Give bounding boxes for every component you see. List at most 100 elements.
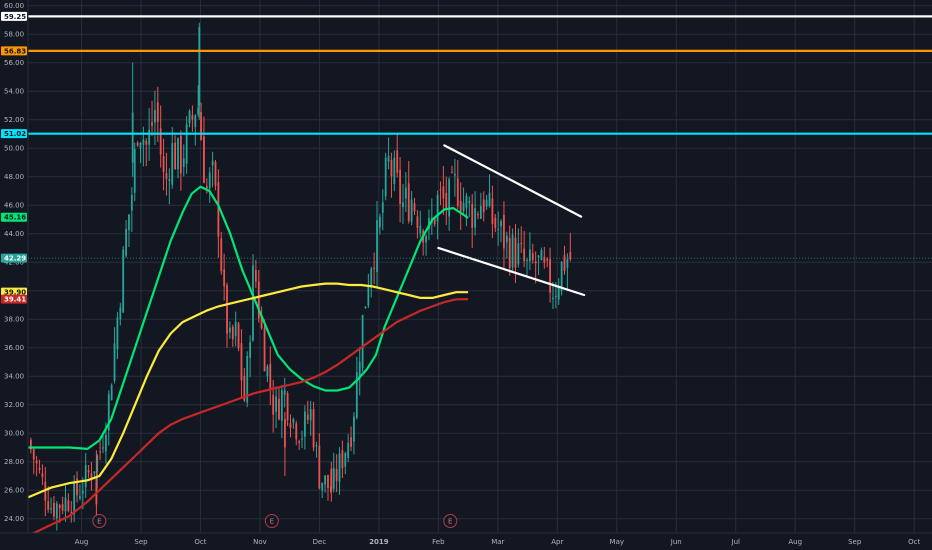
time-tick-label: Aug — [75, 538, 89, 546]
time-tick-label: May — [610, 538, 624, 546]
candle-body — [393, 157, 396, 185]
candle-body — [332, 467, 335, 489]
candle-body — [402, 202, 404, 208]
candle-body — [529, 249, 531, 262]
price-tick-label: 56.00 — [4, 59, 24, 67]
candle-body — [188, 111, 191, 124]
candle-body — [125, 228, 127, 256]
candle-body — [240, 343, 243, 381]
price-tick-label: 28.00 — [4, 458, 24, 466]
candle-body — [301, 438, 303, 440]
time-tick-label: Mar — [491, 538, 504, 546]
candle-body — [179, 135, 182, 174]
candle-body — [252, 265, 254, 341]
candle-body — [159, 128, 162, 155]
candle-body — [462, 202, 465, 212]
candle-body — [298, 441, 301, 443]
candle-body — [58, 505, 61, 509]
candle-body — [376, 220, 378, 272]
candle-body — [549, 258, 551, 293]
candle-body — [145, 140, 148, 145]
candle-body — [304, 411, 306, 437]
candle-body — [384, 158, 387, 197]
candle-body — [508, 237, 511, 269]
candle-body — [205, 186, 208, 189]
candle-body — [344, 453, 347, 467]
candle-body — [278, 398, 280, 420]
candle-body — [566, 259, 569, 268]
candle-body — [174, 142, 177, 170]
candle-body — [119, 307, 122, 320]
price-axis-background — [0, 0, 28, 550]
candle-body — [390, 159, 393, 177]
candle-body — [373, 267, 376, 270]
candle-body — [436, 195, 439, 222]
candle-body — [361, 315, 364, 368]
price-tick-label: 52.00 — [4, 116, 24, 124]
price-tick-label: 36.00 — [4, 344, 24, 352]
candle-body — [494, 217, 497, 228]
time-axis[interactable]: Aug Sep Oct Nov Dec 2019 Feb Mar Apr May Jun Jul Aug… — [0, 532, 932, 550]
candle-body — [474, 208, 476, 228]
earnings-marker-label: E — [448, 518, 452, 526]
candle-body — [280, 390, 283, 421]
candle-body — [459, 200, 462, 212]
candle-body — [491, 198, 494, 224]
candle-body — [309, 409, 312, 421]
candle-body — [198, 27, 201, 106]
candle-body — [546, 258, 549, 261]
candle-body — [407, 183, 410, 221]
price-axis[interactable]: 24.00 26.00 28.00 30.00 32.00 34.00 36.00 38.00… — [0, 0, 29, 550]
candle-body — [203, 136, 205, 183]
candle-body — [410, 199, 413, 222]
candle-body — [520, 243, 523, 245]
candle-body — [387, 156, 390, 162]
price-badge-label: 45.16 — [4, 214, 26, 222]
time-tick-label: Apr — [551, 538, 563, 546]
candle-body — [442, 186, 445, 199]
candle-body — [338, 453, 341, 482]
candle-body — [500, 221, 502, 227]
candle-body — [275, 396, 277, 412]
price-badge-label: 39.41 — [4, 296, 26, 304]
candle-body — [229, 327, 231, 333]
chart-root: E E E 24.00 26.00 28.00 30.00 32.00 34.00 36.00 3… — [0, 0, 932, 550]
candle-body — [35, 460, 38, 464]
candle-body — [128, 214, 130, 231]
candle-body — [67, 500, 70, 511]
price-tick-label: 44.00 — [4, 230, 24, 238]
candle-body — [526, 259, 528, 261]
price-tick-label: 60.00 — [4, 2, 24, 10]
candle-body — [168, 179, 171, 181]
candle-body — [191, 115, 194, 120]
candle-body — [540, 250, 543, 261]
candle-body — [177, 138, 179, 170]
candle-body — [471, 203, 474, 228]
candle-body — [511, 234, 514, 268]
candle-body — [552, 297, 554, 299]
candle-body — [200, 112, 202, 140]
candle-body — [482, 199, 485, 213]
time-tick-label: Oct — [908, 538, 920, 546]
time-tick-label: Sep — [134, 538, 148, 546]
candle-body — [81, 491, 84, 494]
candle-body — [50, 508, 52, 510]
price-chart[interactable]: E E E 24.00 26.00 28.00 30.00 32.00 34.00 36.00 3… — [0, 0, 932, 550]
candle-body — [116, 317, 119, 350]
candle-body — [182, 158, 185, 167]
candle-body — [133, 149, 136, 193]
price-tick-label: 54.00 — [4, 88, 24, 96]
candle-body — [292, 419, 295, 423]
candle-body — [130, 194, 133, 211]
candle-body — [113, 343, 116, 381]
candle-body — [223, 269, 226, 287]
earnings-marker-label: E — [270, 518, 274, 526]
candle-body — [234, 321, 237, 337]
candle-body — [61, 504, 64, 511]
candle-body — [165, 173, 168, 179]
candle-body — [249, 342, 251, 358]
candle-body — [272, 395, 275, 415]
candle-body — [64, 497, 67, 512]
candle-body — [318, 445, 321, 489]
candle-body — [171, 143, 174, 185]
